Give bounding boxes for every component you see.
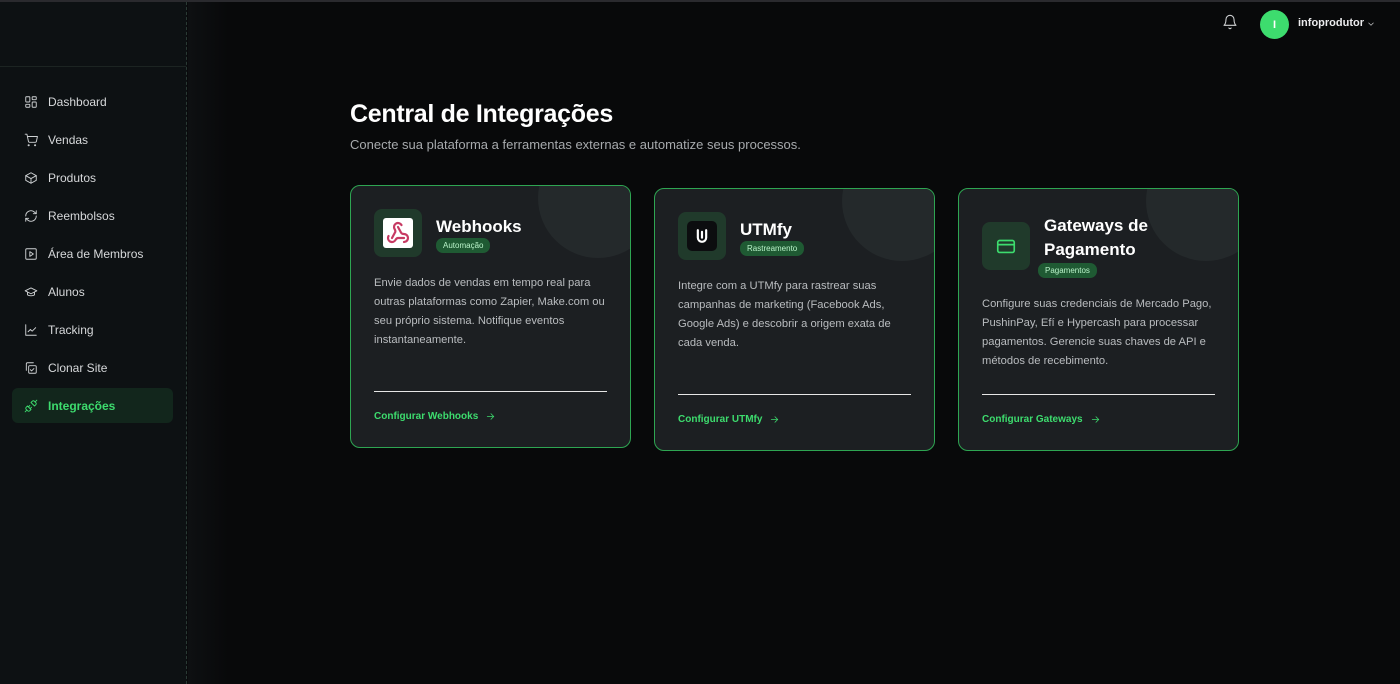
configure-webhooks-link[interactable]: Configurar Webhooks — [374, 411, 496, 422]
sidebar-item-tracking[interactable]: Tracking — [12, 312, 173, 347]
plug-icon — [24, 399, 38, 413]
sidebar-item-area-de-membros[interactable]: Área de Membros — [12, 236, 173, 271]
notifications-bell-icon[interactable] — [1222, 14, 1240, 32]
arrow-right-icon — [771, 416, 779, 423]
sidebar: Dashboard Vendas Produtos Reembolsos Áre… — [0, 2, 187, 684]
category-badge: Automação — [436, 238, 491, 253]
sidebar-item-label: Reembolsos — [48, 208, 115, 223]
card-description: Integre com a UTMfy para rastrear suas c… — [678, 280, 891, 349]
sidebar-item-label: Dashboard — [48, 94, 107, 109]
category-badge: Rastreamento — [740, 241, 805, 256]
sidebar-item-label: Produtos — [48, 170, 97, 185]
configure-gateways-link[interactable]: Configurar Gateways — [982, 414, 1101, 425]
card-icon-box — [374, 209, 422, 257]
sidebar-item-clonar-site[interactable]: Clonar Site — [12, 350, 173, 385]
card-divider — [982, 394, 1215, 395]
sidebar-item-vendas[interactable]: Vendas — [12, 122, 173, 157]
sidebar-item-dashboard[interactable]: Dashboard — [12, 84, 173, 119]
package-icon — [24, 171, 38, 185]
card-title: Gateways de Pagamento — [1044, 216, 1148, 259]
chevron-down-icon[interactable] — [1366, 16, 1378, 28]
link-label: Configurar UTMfy — [678, 414, 763, 425]
sidebar-item-label: Clonar Site — [48, 360, 108, 375]
card-icon-box — [982, 222, 1030, 270]
integration-card-utmfy: UTMfy Rastreamento Integre com a UTMfy p… — [654, 188, 935, 451]
card-title: UTMfy — [740, 220, 792, 239]
sidebar-nav: Dashboard Vendas Produtos Reembolsos Áre… — [0, 67, 186, 423]
dashboard-icon — [24, 95, 38, 109]
card-divider — [374, 391, 607, 392]
graduation-cap-icon — [24, 285, 38, 299]
chart-line-icon — [24, 323, 38, 337]
card-divider — [678, 394, 911, 395]
card-decoration — [538, 186, 630, 258]
card-icon-box — [678, 212, 726, 260]
main-content: I infoprodutor Central de Integrações Co… — [188, 2, 1400, 684]
category-badge: Pagamentos — [1038, 263, 1097, 278]
copy-check-icon — [24, 361, 38, 375]
sidebar-item-label: Integrações — [48, 398, 116, 413]
username-label[interactable]: infoprodutor — [1298, 17, 1364, 29]
refresh-icon — [24, 209, 38, 223]
sidebar-item-label: Vendas — [48, 132, 89, 147]
sidebar-item-produtos[interactable]: Produtos — [12, 160, 173, 195]
sidebar-item-reembolsos[interactable]: Reembolsos — [12, 198, 173, 233]
card-description: Configure suas credenciais de Mercado Pa… — [982, 298, 1212, 367]
page-subtitle: Conecte sua plataforma a ferramentas ext… — [350, 137, 801, 152]
arrow-right-icon — [1091, 416, 1099, 423]
card-title: Webhooks — [436, 217, 522, 236]
sidebar-item-label: Tracking — [48, 322, 94, 337]
sidebar-item-label: Alunos — [48, 284, 85, 299]
play-square-icon — [24, 247, 38, 261]
sidebar-item-alunos[interactable]: Alunos — [12, 274, 173, 309]
integration-card-webhooks: Webhooks Automação Envie dados de vendas… — [350, 185, 631, 448]
cart-icon — [24, 133, 38, 147]
sidebar-item-label: Área de Membros — [48, 246, 144, 261]
credit-card-icon — [996, 239, 1016, 254]
sidebar-header — [0, 2, 186, 67]
link-label: Configurar Gateways — [982, 414, 1083, 425]
page-title: Central de Integrações — [350, 100, 613, 128]
configure-utmfy-link[interactable]: Configurar UTMfy — [678, 414, 780, 425]
card-decoration — [842, 189, 934, 261]
card-description: Envie dados de vendas em tempo real para… — [374, 277, 605, 346]
utmfy-logo-icon — [687, 221, 717, 251]
arrow-right-icon — [487, 413, 495, 420]
integration-card-gateways: Gateways de Pagamento Pagamentos Configu… — [958, 188, 1239, 451]
webhook-icon — [383, 218, 413, 248]
avatar[interactable]: I — [1260, 10, 1289, 39]
sidebar-item-integracoes[interactable]: Integrações — [12, 388, 173, 423]
link-label: Configurar Webhooks — [374, 411, 479, 422]
